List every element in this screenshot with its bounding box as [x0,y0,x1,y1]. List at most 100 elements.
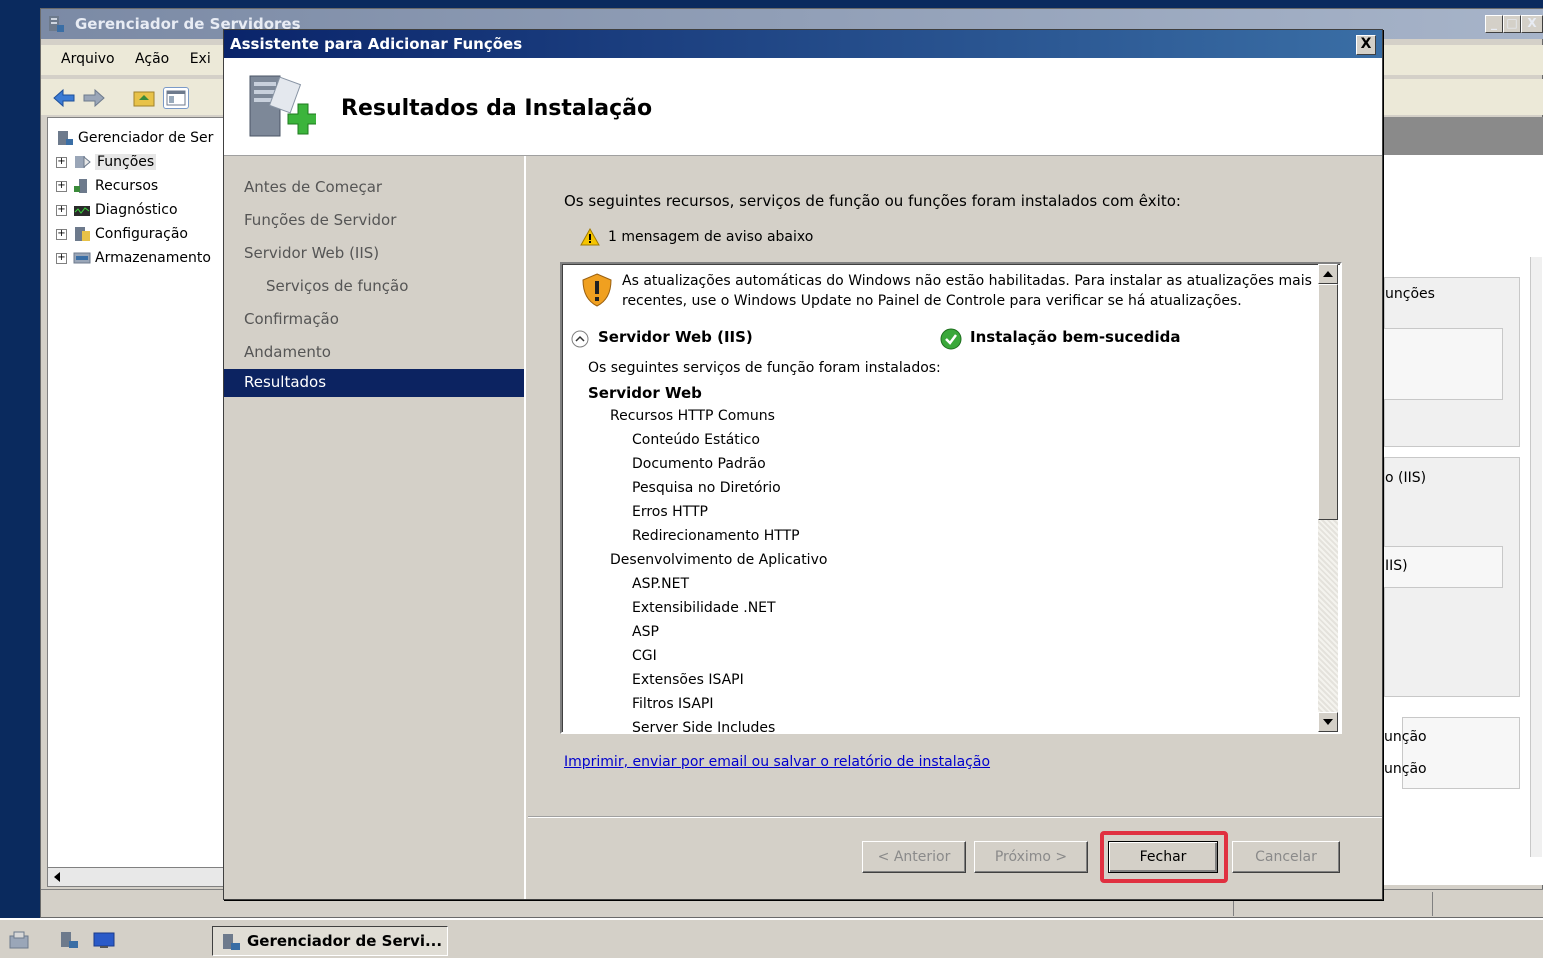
up-folder-icon[interactable] [131,87,157,109]
nav-item-servidor-web[interactable]: Servidor Web (IIS) [244,244,379,262]
tree-item-configuracao[interactable]: + Configuração [56,226,188,248]
configuration-icon [73,226,91,242]
diagnostics-icon [73,202,91,218]
server-add-role-icon [244,70,319,150]
nav-item-andamento[interactable]: Andamento [244,343,331,361]
list-item: Server Side Includes [632,720,776,734]
menu-arquivo[interactable]: Arquivo [61,51,115,67]
dialog-header: Resultados da Instalação [224,58,1382,156]
dialog-close-button[interactable]: X [1356,35,1376,55]
results-scrollbar[interactable] [1318,264,1338,732]
role-status: Instalação bem-sucedida [970,328,1181,346]
tree-item-funcoes[interactable]: + Funções [56,154,157,176]
nav-item-resultados[interactable]: Resultados [224,369,524,397]
actions-pane-header [1384,117,1543,155]
expand-icon[interactable]: + [56,204,67,216]
scroll-thumb[interactable] [1318,284,1338,520]
group-title: Recursos HTTP Comuns [610,408,775,424]
expand-icon[interactable]: + [56,156,67,168]
expand-icon[interactable]: + [56,252,67,264]
success-check-icon [940,328,962,354]
tree-label: Configuração [95,226,188,242]
console-tree: Gerenciador de Ser + Funções + Recursos + D… [47,117,227,885]
cancel-button[interactable]: Cancelar [1232,841,1340,873]
warning-summary: 1 mensagem de aviso abaixo [580,227,813,246]
previous-button[interactable]: < Anterior [862,841,966,873]
action-link[interactable]: unção [1384,729,1427,745]
intro-text: Os seguintes recursos, serviços de funçã… [564,192,1181,210]
results-list[interactable]: As atualizações automáticas do Windows n… [560,262,1342,734]
show-hide-tree-icon[interactable] [163,87,189,109]
collapse-icon[interactable] [570,329,590,353]
actions-section: unções [1367,277,1520,447]
list-item: Documento Padrão [632,456,766,472]
arrow-down-icon [1323,719,1333,725]
expand-icon[interactable]: + [56,228,67,240]
server-icon [56,130,74,146]
actions-section: o (IIS) IIS) [1367,457,1520,697]
action-subpanel [1402,717,1520,789]
show-desktop-icon[interactable] [92,930,116,954]
tree-label: Funções [95,154,157,170]
list-item: Redirecionamento HTTP [632,528,800,544]
expand-icon[interactable]: + [56,180,67,192]
features-icon [73,178,91,194]
maximize-button[interactable]: □ [1503,15,1521,33]
list-item: CGI [632,648,657,664]
scroll-left-icon[interactable] [50,869,64,885]
print-report-link[interactable]: Imprimir, enviar por email ou salvar o r… [564,754,990,770]
list-item: Conteúdo Estático [632,432,760,448]
wizard-nav: Antes de Começar Funções de Servidor Ser… [224,156,526,899]
dialog-titlebar: Assistente para Adicionar Funções X [224,30,1382,58]
scroll-up-button[interactable] [1318,264,1338,284]
nav-item-antes-de-comecar[interactable]: Antes de Começar [244,178,382,196]
forward-arrow-icon[interactable] [81,87,107,109]
scroll-down-button[interactable] [1318,712,1338,732]
group-title: Desenvolvimento de Aplicativo [610,552,828,568]
shield-warning-icon [580,272,614,312]
list-item: ASP [632,624,659,640]
storage-icon [73,250,91,266]
dialog-footer: < Anterior Próximo > Fechar Cancelar [528,816,1382,899]
tree-item-recursos[interactable]: + Recursos [56,178,158,200]
actions-pane: unções o (IIS) IIS) unção unção [1367,117,1543,885]
tree-item-root[interactable]: Gerenciador de Ser [56,130,213,152]
server-manager-quick-icon[interactable] [58,930,80,954]
close-button[interactable]: Fechar [1108,841,1218,873]
tree-item-diagnostico[interactable]: + Diagnóstico [56,202,178,224]
nav-item-confirmacao[interactable]: Confirmação [244,310,339,328]
close-window-button[interactable]: X [1521,15,1543,33]
role-name: Servidor Web (IIS) [598,328,753,346]
tree-label: Gerenciador de Ser [78,130,214,146]
action-subpanel [1367,328,1503,400]
minimize-button[interactable]: _ [1485,15,1503,33]
warning-message-line-1: As atualizações automáticas do Windows n… [622,273,1312,289]
tree-label: Diagnóstico [95,202,178,218]
taskbar-button-label: Gerenciador de Servi... [247,932,443,950]
next-button[interactable]: Próximo > [974,841,1088,873]
menu-acao[interactable]: Ação [135,51,169,67]
nav-item-funcoes-de-servidor[interactable]: Funções de Servidor [244,211,396,229]
roles-icon [73,154,91,170]
taskbar-server-manager-button[interactable]: Gerenciador de Servi... [212,926,448,956]
menu-exibir[interactable]: Exi [190,51,211,67]
action-link[interactable]: unção [1384,761,1427,777]
quick-launch-icon[interactable] [8,930,30,954]
section-title: Servidor Web [588,384,702,402]
list-item: Filtros ISAPI [632,696,714,712]
tree-horizontal-scrollbar[interactable] [47,867,227,887]
server-manager-icon [221,932,241,956]
tree-label: Recursos [95,178,159,194]
action-link[interactable]: IIS) [1385,558,1408,574]
tree-item-armazenamento[interactable]: + Armazenamento [56,250,211,272]
list-item: ASP.NET [632,576,690,592]
list-item: Extensibilidade .NET [632,600,776,616]
back-arrow-icon[interactable] [51,87,77,109]
add-roles-wizard-dialog: Assistente para Adicionar Funções X Resu… [223,29,1383,900]
page-title: Resultados da Instalação [341,96,653,121]
list-item: Pesquisa no Diretório [632,480,781,496]
action-link[interactable]: unções [1385,286,1435,302]
actions-scrollbar[interactable] [1530,257,1542,857]
action-link[interactable]: o (IIS) [1385,470,1426,486]
nav-item-servicos-de-funcao[interactable]: Serviços de função [266,277,408,295]
